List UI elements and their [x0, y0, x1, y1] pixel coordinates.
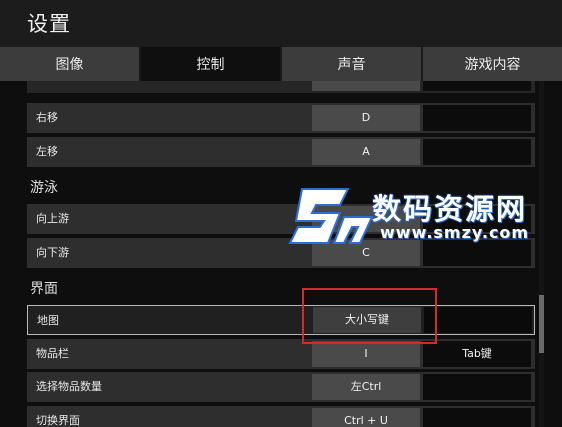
- action-label: 向上游: [36, 212, 69, 225]
- secondary-key-button[interactable]: [423, 105, 531, 131]
- secondary-key-button[interactable]: [423, 408, 531, 427]
- section-title-interface: 界面: [30, 281, 58, 297]
- action-label: 选择物品数量: [36, 380, 102, 393]
- action-label: 左移: [36, 145, 58, 158]
- primary-key-button[interactable]: C: [312, 240, 420, 266]
- highlight-annotation-box: [302, 288, 437, 344]
- scrollbar[interactable]: [539, 81, 544, 427]
- keybind-row-map[interactable]: 地图 大小写键: [27, 305, 535, 335]
- title-bar: 设置: [0, 0, 562, 47]
- keybind-row-select-quantity[interactable]: 选择物品数量 左Ctrl: [27, 372, 535, 402]
- keybind-row-swim-up[interactable]: 向上游: [27, 204, 535, 234]
- primary-key-button[interactable]: [312, 81, 420, 91]
- action-label: 右移: [36, 111, 58, 124]
- keybind-row-move-left[interactable]: 左移 A: [27, 137, 535, 167]
- tab-game-content[interactable]: 游戏内容: [423, 47, 562, 81]
- window-title: 设置: [27, 12, 71, 36]
- secondary-key-button[interactable]: [423, 206, 531, 232]
- action-label: 物品栏: [36, 347, 69, 360]
- action-label: 地图: [37, 314, 59, 327]
- secondary-key-button[interactable]: [423, 139, 531, 165]
- action-label: 切换界面: [36, 414, 80, 427]
- action-label: 向下游: [36, 246, 69, 259]
- scrollbar-thumb[interactable]: [539, 295, 544, 353]
- keybind-row-move-right[interactable]: 右移 D: [27, 103, 535, 133]
- secondary-key-button[interactable]: Tab键: [423, 341, 531, 367]
- primary-key-button[interactable]: I: [312, 341, 420, 367]
- primary-key-button[interactable]: A: [312, 139, 420, 165]
- keybind-row-inventory[interactable]: 物品栏 I Tab键: [27, 339, 535, 369]
- keybind-row-partial[interactable]: [27, 81, 535, 93]
- keybind-row-toggle-interface[interactable]: 切换界面 Ctrl + U: [27, 406, 535, 427]
- primary-key-button[interactable]: D: [312, 105, 420, 131]
- primary-key-button[interactable]: 左Ctrl: [312, 374, 420, 400]
- secondary-key-button[interactable]: [423, 374, 531, 400]
- secondary-key-button[interactable]: [424, 307, 532, 333]
- primary-key-button[interactable]: [312, 206, 420, 232]
- controls-list: 右移 D 左移 A 游泳 向上游 向下游 C 界面 地图 大小写键 物品栏 I …: [0, 81, 562, 427]
- secondary-key-button[interactable]: [423, 240, 531, 266]
- tab-sound[interactable]: 声音: [282, 47, 421, 81]
- tab-bar: 图像 控制 声音 游戏内容: [0, 47, 562, 81]
- tab-controls[interactable]: 控制: [141, 47, 280, 81]
- primary-key-button[interactable]: Ctrl + U: [312, 408, 420, 427]
- section-title-swim: 游泳: [30, 180, 58, 196]
- keybind-row-swim-down[interactable]: 向下游 C: [27, 238, 535, 268]
- tab-graphics[interactable]: 图像: [0, 47, 139, 81]
- secondary-key-button[interactable]: [423, 81, 531, 91]
